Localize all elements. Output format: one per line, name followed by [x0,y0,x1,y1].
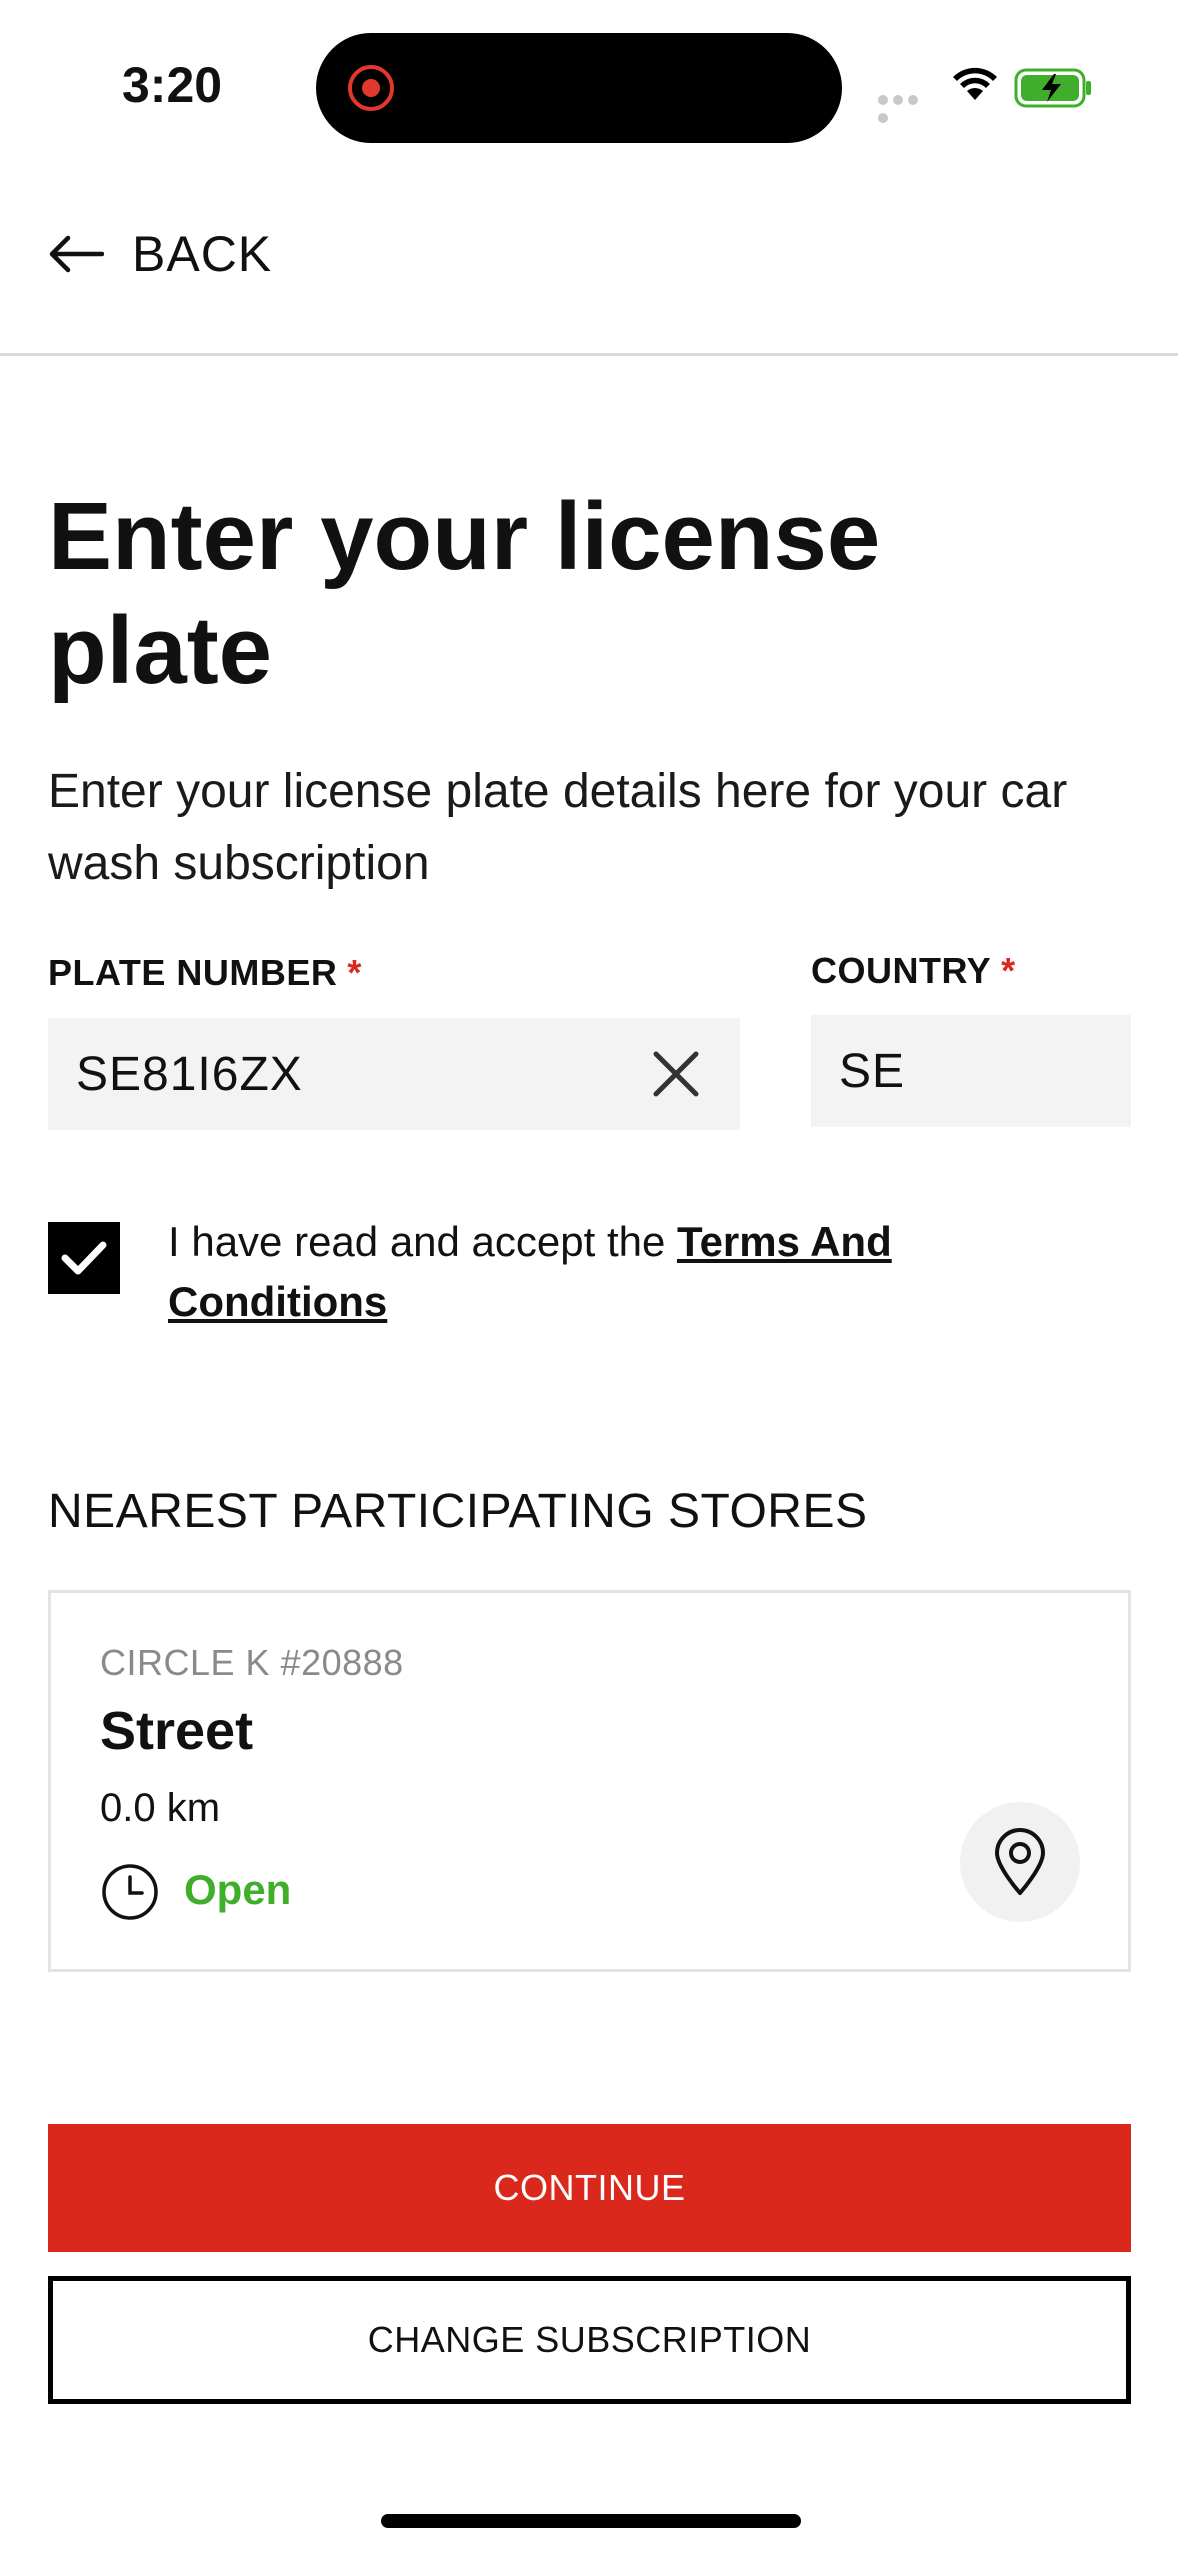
terms-text: I have read and accept the Terms And Con… [168,1218,892,1325]
location-pin-icon [995,1828,1045,1895]
country-select[interactable]: SE [811,1015,1131,1127]
back-label: BACK [132,226,273,282]
arrow-left-icon [49,235,104,273]
required-marker: * [347,952,362,993]
wifi-icon [953,67,997,100]
clear-icon[interactable] [646,1044,706,1104]
continue-button[interactable]: CONTINUE [48,2124,1131,2252]
change-subscription-button[interactable]: CHANGE SUBSCRIPTION [48,2276,1131,2404]
signal-dots-icon [878,92,936,123]
store-distance: 0.0 km [100,1786,221,1830]
record-icon [348,65,394,111]
country-value[interactable]: SE [839,1044,905,1099]
plate-number-input[interactable]: SE81I6ZX [48,1018,740,1130]
store-name: Street [100,1701,254,1761]
page-description: Enter your license plate details here fo… [48,765,1068,890]
stores-section-title: NEAREST PARTICIPATING STORES [48,1485,868,1538]
status-time: 3:20 [122,57,223,113]
store-map-button[interactable] [960,1802,1080,1922]
battery-charging-icon [1014,68,1091,108]
home-indicator[interactable] [381,2514,801,2528]
store-status: Open [184,1866,292,1913]
checkmark-icon [61,1241,107,1275]
plate-number-label: PLATE NUMBER * [48,952,362,993]
country-label: COUNTRY * [811,950,1016,991]
terms-checkbox[interactable] [48,1222,120,1294]
required-marker: * [1001,950,1016,991]
page-title: Enter your license plate [48,483,881,704]
dynamic-island [316,33,842,143]
clock-icon [102,1864,158,1920]
header-divider [0,353,1178,356]
plate-number-value[interactable]: SE81I6ZX [76,1047,646,1102]
back-button[interactable]: BACK [48,224,272,284]
store-id: CIRCLE K #20888 [100,1642,404,1683]
